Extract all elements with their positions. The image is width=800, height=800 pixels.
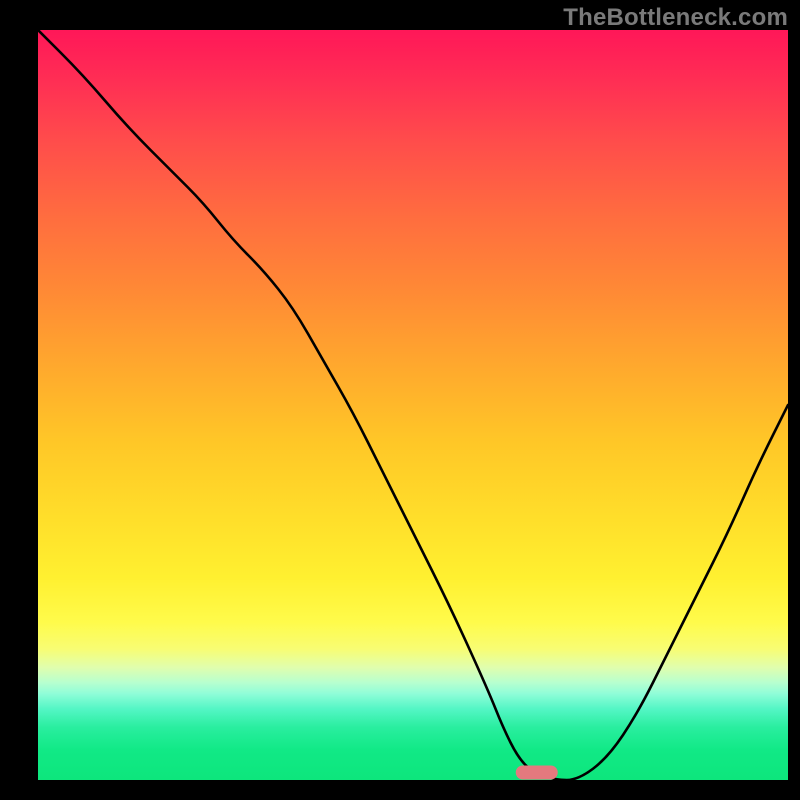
min-marker <box>516 766 558 780</box>
bottleneck-curve-path <box>38 30 788 780</box>
plot-area <box>38 30 788 780</box>
chart-svg <box>38 30 788 780</box>
chart-container: TheBottleneck.com <box>0 0 800 800</box>
watermark-label: TheBottleneck.com <box>563 4 788 32</box>
